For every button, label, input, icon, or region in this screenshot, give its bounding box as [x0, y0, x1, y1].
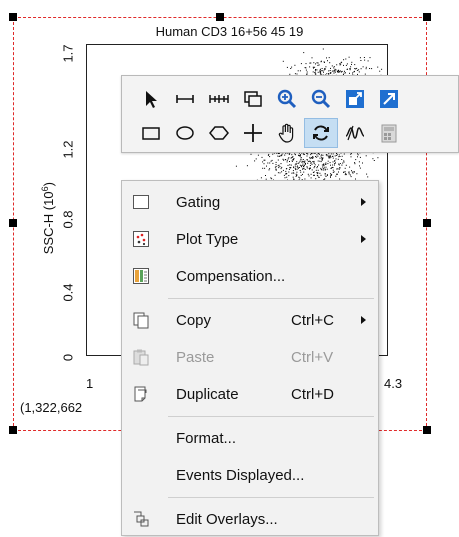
menu-item-compensation[interactable]: Compensation...: [122, 258, 378, 294]
menu-item-label: Format...: [176, 429, 237, 447]
horizontal-range-icon: [176, 95, 194, 103]
plot-type-icon: [132, 230, 150, 248]
gating-icon: [132, 193, 150, 211]
rectangle-gate-icon: [142, 127, 160, 140]
menu-item-copy[interactable]: Copy Ctrl+C: [122, 302, 378, 338]
menu-separator: [168, 497, 374, 498]
menu-item-label: Edit Overlays...: [176, 510, 278, 528]
resize-handle-top-middle[interactable]: [216, 13, 224, 21]
duplicate-icon: [132, 385, 150, 403]
menu-item-shortcut: Ctrl+D: [291, 385, 334, 403]
resize-handle-top-right[interactable]: [423, 13, 431, 21]
resize-handle-bottom-right[interactable]: [423, 426, 431, 434]
calculator-icon: [381, 124, 397, 143]
refresh-button[interactable]: [304, 118, 338, 148]
menu-item-label: Duplicate: [176, 385, 239, 403]
ellipse-gate-icon: [176, 126, 194, 140]
y-axis-label: SSC-H (106): [39, 182, 57, 255]
edit-overlays-icon: [132, 510, 150, 528]
menu-item-label: Copy: [176, 311, 212, 329]
resize-handle-middle-right[interactable]: [423, 219, 431, 227]
histogram-tool-button[interactable]: [338, 118, 372, 148]
menu-item-paste[interactable]: Paste Ctrl+V: [122, 339, 378, 375]
y-tick-label: 1.7: [60, 44, 76, 63]
quadrant-gate-icon: [244, 124, 262, 142]
pointer-icon: [146, 91, 157, 108]
resize-handle-top-left[interactable]: [9, 13, 17, 21]
multi-range-icon: [209, 95, 229, 103]
rectangle-gate-button[interactable]: [134, 118, 168, 148]
menu-item-label: Plot Type: [176, 230, 239, 248]
menu-item-gating[interactable]: Gating: [122, 184, 378, 220]
toolbar-row-2: [134, 118, 406, 148]
y-tick-label: 1.2: [60, 140, 76, 159]
menu-item-format[interactable]: Format...: [122, 420, 378, 456]
multi-range-tool-button[interactable]: [202, 84, 236, 114]
polygon-gate-icon: [209, 126, 229, 140]
coordinate-readout: (1,322,662: [20, 400, 83, 415]
polygon-gate-button[interactable]: [202, 118, 236, 148]
overlay-tool-button[interactable]: [236, 84, 270, 114]
expand-button[interactable]: [372, 84, 406, 114]
zoom-in-icon: [277, 89, 297, 109]
zoom-out-icon: [311, 89, 331, 109]
menu-item-edit-overlays[interactable]: Edit Overlays...: [122, 501, 378, 537]
submenu-arrow-icon: [361, 235, 366, 243]
y-tick-label: 0.4: [60, 283, 76, 302]
quadrant-gate-button[interactable]: [236, 118, 270, 148]
paste-icon: [132, 348, 150, 366]
ellipse-gate-button[interactable]: [168, 118, 202, 148]
copy-icon: [132, 311, 150, 329]
fit-to-window-button[interactable]: [338, 84, 372, 114]
menu-item-label: Events Displayed...: [176, 466, 305, 484]
menu-item-label: Compensation...: [176, 267, 286, 285]
menu-separator: [168, 416, 374, 417]
fit-to-window-icon: [346, 90, 364, 108]
menu-item-label: Gating: [176, 193, 221, 211]
x-tick-label-min: 1: [86, 376, 94, 391]
menu-item-shortcut: Ctrl+V: [291, 348, 334, 366]
zoom-in-button[interactable]: [270, 84, 304, 114]
menu-separator: [168, 298, 374, 299]
histogram-tool-icon: [345, 125, 365, 141]
menu-item-shortcut: Ctrl+C: [291, 311, 334, 329]
calculator-button[interactable]: [372, 118, 406, 148]
pointer-tool-button[interactable]: [134, 84, 168, 114]
horizontal-range-tool-button[interactable]: [168, 84, 202, 114]
x-tick-label-max: 4.3: [384, 376, 403, 391]
pan-hand-icon: [278, 123, 294, 143]
refresh-icon: [313, 125, 329, 141]
overlay-windows-icon: [244, 91, 262, 107]
submenu-arrow-icon: [361, 198, 366, 206]
pan-button[interactable]: [270, 118, 304, 148]
resize-handle-middle-left[interactable]: [9, 219, 17, 227]
zoom-out-button[interactable]: [304, 84, 338, 114]
plot-toolbar: [121, 75, 459, 153]
resize-handle-bottom-left[interactable]: [9, 426, 17, 434]
menu-item-plot-type[interactable]: Plot Type: [122, 221, 378, 257]
expand-icon: [380, 90, 398, 108]
menu-item-events-displayed[interactable]: Events Displayed...: [122, 457, 378, 493]
context-menu: Gating Plot Type Compensation... Copy Ct…: [121, 180, 379, 536]
y-tick-label: 0.8: [60, 210, 76, 229]
compensation-icon: [132, 267, 150, 285]
toolbar-row-1: [134, 84, 406, 114]
submenu-arrow-icon: [361, 316, 366, 324]
y-tick-label: 0: [60, 353, 76, 362]
menu-item-duplicate[interactable]: Duplicate Ctrl+D: [122, 376, 378, 412]
menu-item-label: Paste: [176, 348, 215, 366]
